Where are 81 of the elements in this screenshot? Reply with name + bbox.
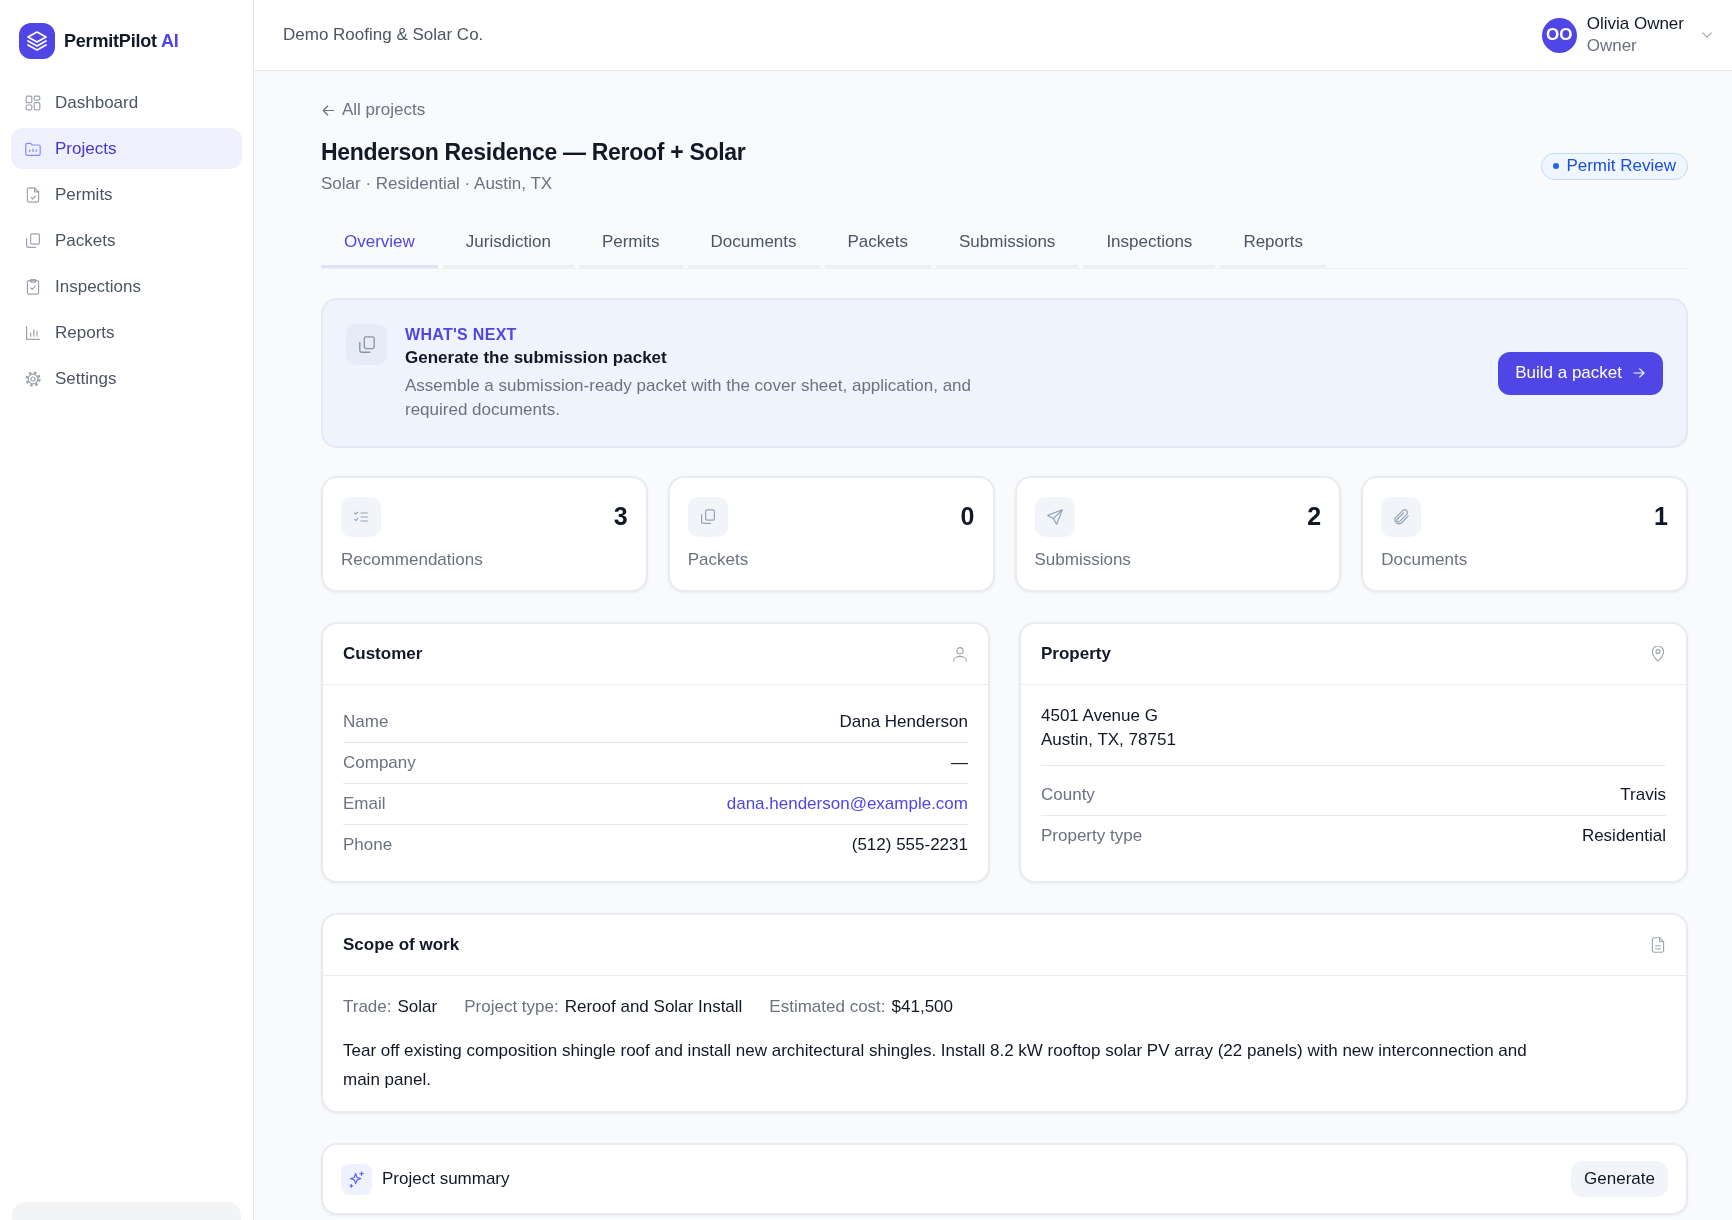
project-title: Henderson Residence — Reroof + Solar [321, 138, 746, 167]
field-value: Travis [1620, 784, 1666, 806]
company-name: Demo Roofing & Solar Co. [283, 24, 484, 47]
field-value: (512) 555-2231 [851, 834, 968, 856]
sidebar-item[interactable]: Inspections [11, 266, 242, 307]
field-value: Dana Henderson [839, 711, 968, 733]
settings-icon [25, 370, 41, 387]
field-label: Email [343, 793, 386, 815]
user-name: Olivia Owner [1586, 13, 1684, 35]
card-title: Project summary [382, 1168, 510, 1190]
person-icon [952, 646, 968, 662]
eyebrow-label: WHAT'S NEXT [405, 325, 518, 345]
sidebar-item[interactable]: Settings [11, 358, 242, 399]
stat-value: 2 [1307, 501, 1322, 532]
email-link[interactable]: dana.henderson@example.com [726, 792, 968, 816]
field-label: Name [343, 711, 389, 733]
checklist-icon [341, 497, 381, 537]
tab[interactable]: Permits [578, 218, 683, 268]
generate-button[interactable]: Generate [1571, 1161, 1668, 1197]
field-label: Phone [343, 834, 393, 856]
arrow-right-icon [1632, 366, 1646, 380]
fact-value: Reroof and Solar Install [564, 996, 743, 1018]
user-avatar[interactable]: OO [1541, 17, 1577, 53]
sidebar-item[interactable]: Projects [11, 128, 242, 169]
fact-value: $41,500 [891, 996, 954, 1018]
fact-value: Solar [397, 996, 438, 1018]
back-link[interactable]: All projects [321, 98, 426, 122]
folder-icon [25, 140, 41, 157]
tab[interactable]: Reports [1220, 218, 1326, 268]
card-title: Property [1041, 643, 1111, 665]
tab[interactable]: Inspections [1083, 218, 1216, 268]
fact-label: Estimated cost: [769, 996, 886, 1018]
sparkle-icon [341, 1163, 372, 1195]
next-step-description: Assemble a submission-ready packet with the cover sheet, application, and required documents. [405, 375, 973, 421]
field-value: Residential [1581, 825, 1666, 847]
paperclip-icon [1381, 497, 1422, 537]
card-title: Customer [343, 643, 423, 665]
fact-label: Trade: [343, 996, 392, 1018]
paper-plane-icon [1034, 497, 1075, 537]
project-meta: Solar · Residential · Austin, TX [321, 173, 554, 195]
card-title: Scope of work [343, 934, 460, 956]
sidebar-item[interactable]: Packets [11, 220, 242, 261]
field-label: County [1041, 784, 1095, 806]
stat-value: 1 [1654, 501, 1668, 532]
tab[interactable]: Packets [824, 218, 931, 268]
file-check-icon [25, 186, 41, 203]
stacked-pages-icon [687, 497, 728, 537]
scope-description: Tear off existing composition shingle roof and install new architectural shingles. Install 8.2 kW rooftop solar PV array (22 panels) with new interconnection and main panel. [343, 1040, 1528, 1091]
stacked-pages-icon [346, 324, 387, 365]
layers-logo-icon [19, 23, 55, 59]
stat-value: 3 [613, 501, 628, 532]
document-icon [1650, 937, 1666, 953]
field-label: Company [343, 752, 416, 774]
stat-value: 0 [960, 501, 975, 532]
stat-label: Documents [1381, 549, 1469, 571]
tab[interactable]: Overview [321, 218, 438, 268]
brand-name: PermitPilot AI [64, 29, 179, 53]
tab[interactable]: Documents [687, 218, 820, 268]
stacked-pages-icon [25, 232, 41, 249]
address-line: 4501 Avenue G [1041, 705, 1159, 727]
map-pin-icon [1650, 646, 1666, 662]
tab[interactable]: Submissions [936, 218, 1079, 268]
fact-label: Project type: [464, 996, 559, 1018]
arrow-left-icon [321, 102, 336, 118]
sidebar-item[interactable]: Dashboard [11, 82, 242, 123]
field-label: Property type [1041, 825, 1143, 847]
stat-label: Submissions [1034, 549, 1132, 571]
sidebar-item[interactable]: Permits [11, 174, 242, 215]
build-packet-button[interactable]: Build a packet [1498, 351, 1663, 395]
field-value: — [951, 752, 968, 774]
bar-chart-icon [25, 324, 41, 341]
tab[interactable]: Jurisdiction [442, 218, 574, 268]
clipboard-check-icon [25, 278, 41, 295]
next-step-title: Generate the submission packet [405, 347, 668, 369]
status-label: Permit Review [1566, 155, 1676, 177]
address-line: Austin, TX, 78751 [1041, 729, 1177, 751]
dashboard-grid-icon [25, 94, 41, 111]
user-role: Owner [1586, 35, 1638, 57]
stat-label: Packets [687, 549, 750, 571]
sidebar-item[interactable]: Reports [11, 312, 242, 353]
stat-label: Recommendations [341, 549, 484, 571]
